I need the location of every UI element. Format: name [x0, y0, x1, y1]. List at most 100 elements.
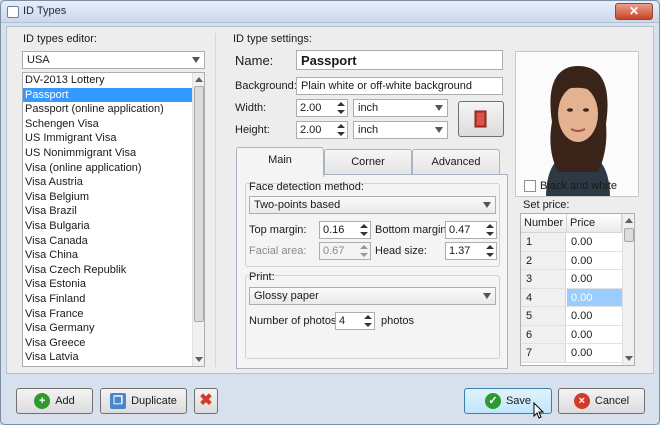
height-unit-select[interactable]: inch: [353, 121, 448, 139]
divider: [215, 33, 216, 367]
number-of-photos-stepper[interactable]: 4: [335, 312, 375, 330]
price-cell[interactable]: 0.00: [567, 326, 622, 344]
decrease-icon[interactable]: [360, 232, 368, 236]
row-number: 7: [521, 344, 566, 362]
tab-advanced[interactable]: Advanced: [412, 149, 500, 175]
tab-main[interactable]: Main: [236, 147, 324, 177]
increase-icon[interactable]: [337, 124, 345, 128]
cancel-button[interactable]: × Cancel: [558, 388, 645, 414]
list-item[interactable]: Visa Canada: [23, 234, 204, 249]
decrease-icon[interactable]: [337, 132, 345, 136]
list-item[interactable]: Visa Austria: [23, 175, 204, 190]
height-stepper[interactable]: 2.00: [296, 121, 348, 139]
row-number: 3: [521, 270, 566, 288]
checkmark-icon: ✓: [484, 393, 501, 410]
delete-button[interactable]: ✖: [194, 388, 218, 414]
list-item[interactable]: Visa Belgium: [23, 190, 204, 205]
bottom-margin-stepper[interactable]: 0.47: [445, 221, 497, 239]
list-item[interactable]: Visa Germany: [23, 321, 204, 336]
scroll-up-icon[interactable]: [625, 218, 633, 223]
table-row[interactable]: 6 0.00: [521, 325, 622, 344]
add-button[interactable]: + Add: [16, 388, 93, 414]
id-types-window: ID Types ✕ ID types editor: USA DV-2013 …: [0, 0, 660, 425]
list-item[interactable]: Passport (online application): [23, 102, 204, 117]
list-item[interactable]: US Nonimmigrant Visa: [23, 146, 204, 161]
list-item[interactable]: US Immigrant Visa: [23, 131, 204, 146]
width-value: 2.00: [300, 102, 322, 114]
increase-icon[interactable]: [360, 224, 368, 228]
scroll-down-icon[interactable]: [195, 357, 203, 362]
tab-corner[interactable]: Corner: [324, 149, 412, 175]
list-item[interactable]: Visa Bulgaria: [23, 219, 204, 234]
country-select[interactable]: USA: [22, 51, 205, 69]
list-item[interactable]: Visa Czech Republik: [23, 263, 204, 278]
row-number: 1: [521, 233, 566, 251]
bottom-margin-label: Bottom margin:: [375, 224, 450, 236]
increase-icon[interactable]: [486, 224, 494, 228]
table-row[interactable]: 4 0.00: [521, 288, 622, 307]
id-types-editor-label: ID types editor:: [23, 33, 97, 45]
scroll-thumb[interactable]: [194, 86, 204, 322]
price-cell[interactable]: 0.00: [567, 233, 622, 251]
duplicate-button[interactable]: ❐ Duplicate: [100, 388, 187, 414]
increase-icon[interactable]: [364, 315, 372, 319]
width-stepper[interactable]: 2.00: [296, 99, 348, 117]
price-cell[interactable]: 0.00: [567, 288, 622, 306]
column-header-number[interactable]: Number: [521, 214, 567, 233]
list-item[interactable]: Visa France: [23, 307, 204, 322]
list-item[interactable]: Visa (online application): [23, 161, 204, 176]
print-select[interactable]: Glossy paper: [249, 287, 496, 305]
scroll-down-icon[interactable]: [625, 356, 633, 361]
table-row[interactable]: 5 0.00: [521, 307, 622, 326]
price-table[interactable]: Number Price 1 0.00 2 0.00 3 0.00 4 0.00 5 0.00 6 0…: [520, 213, 635, 366]
column-header-price[interactable]: Price: [567, 214, 622, 233]
increase-icon[interactable]: [337, 102, 345, 106]
print-value: Glossy paper: [254, 290, 319, 302]
scroll-up-icon[interactable]: [195, 77, 203, 82]
table-row[interactable]: 2 0.00: [521, 251, 622, 270]
black-and-white-checkbox[interactable]: [524, 180, 536, 192]
decrease-icon[interactable]: [486, 232, 494, 236]
list-item[interactable]: Visa Estonia: [23, 277, 204, 292]
increase-icon[interactable]: [486, 245, 494, 249]
table-row[interactable]: 1 0.00: [521, 233, 622, 252]
background-field[interactable]: Plain white or off-white background: [296, 77, 503, 95]
face-method-value: Two-points based: [254, 199, 341, 211]
table-row[interactable]: 7 0.00: [521, 344, 622, 363]
price-cell[interactable]: 0.00: [567, 270, 622, 288]
list-item[interactable]: Visa China: [23, 248, 204, 263]
list-item[interactable]: Visa Latvia: [23, 350, 204, 365]
window-title: ID Types: [23, 5, 67, 17]
name-field[interactable]: Passport: [296, 50, 503, 70]
head-size-stepper[interactable]: 1.37: [445, 242, 497, 260]
face-method-select[interactable]: Two-points based: [249, 196, 496, 214]
width-unit-value: inch: [358, 102, 379, 114]
app-icon: [7, 6, 19, 18]
scroll-thumb[interactable]: [624, 228, 634, 242]
list-item[interactable]: Visa Finland: [23, 292, 204, 307]
id-types-scrollbar[interactable]: [192, 73, 204, 366]
head-size-label: Head size:: [375, 245, 427, 257]
close-button[interactable]: ✕: [615, 3, 653, 20]
price-cell[interactable]: 0.00: [567, 344, 622, 362]
list-item[interactable]: DV-2013 Lottery: [23, 73, 204, 88]
decrease-icon[interactable]: [364, 323, 372, 327]
price-cell[interactable]: 0.00: [567, 252, 622, 270]
price-cell[interactable]: 0.00: [567, 307, 622, 325]
id-types-list[interactable]: DV-2013 Lottery Passport Passport (online …: [22, 72, 205, 367]
chevron-down-icon: [192, 57, 200, 63]
list-item[interactable]: Visa Greece: [23, 336, 204, 351]
main-tab-panel: Face detection method: Two-points based …: [236, 174, 508, 369]
decrease-icon[interactable]: [337, 110, 345, 114]
list-item[interactable]: Visa Brazil: [23, 204, 204, 219]
decrease-icon[interactable]: [486, 253, 494, 257]
table-row[interactable]: 3 0.00: [521, 270, 622, 289]
width-unit-select[interactable]: inch: [353, 99, 448, 117]
portrait-image: [516, 52, 638, 196]
list-item[interactable]: Passport: [23, 87, 204, 103]
row-number: 6: [521, 325, 566, 343]
top-margin-stepper[interactable]: 0.16: [319, 221, 371, 239]
swap-orientation-button[interactable]: [458, 101, 504, 137]
price-scrollbar[interactable]: [622, 214, 634, 365]
list-item[interactable]: Schengen Visa: [23, 117, 204, 132]
